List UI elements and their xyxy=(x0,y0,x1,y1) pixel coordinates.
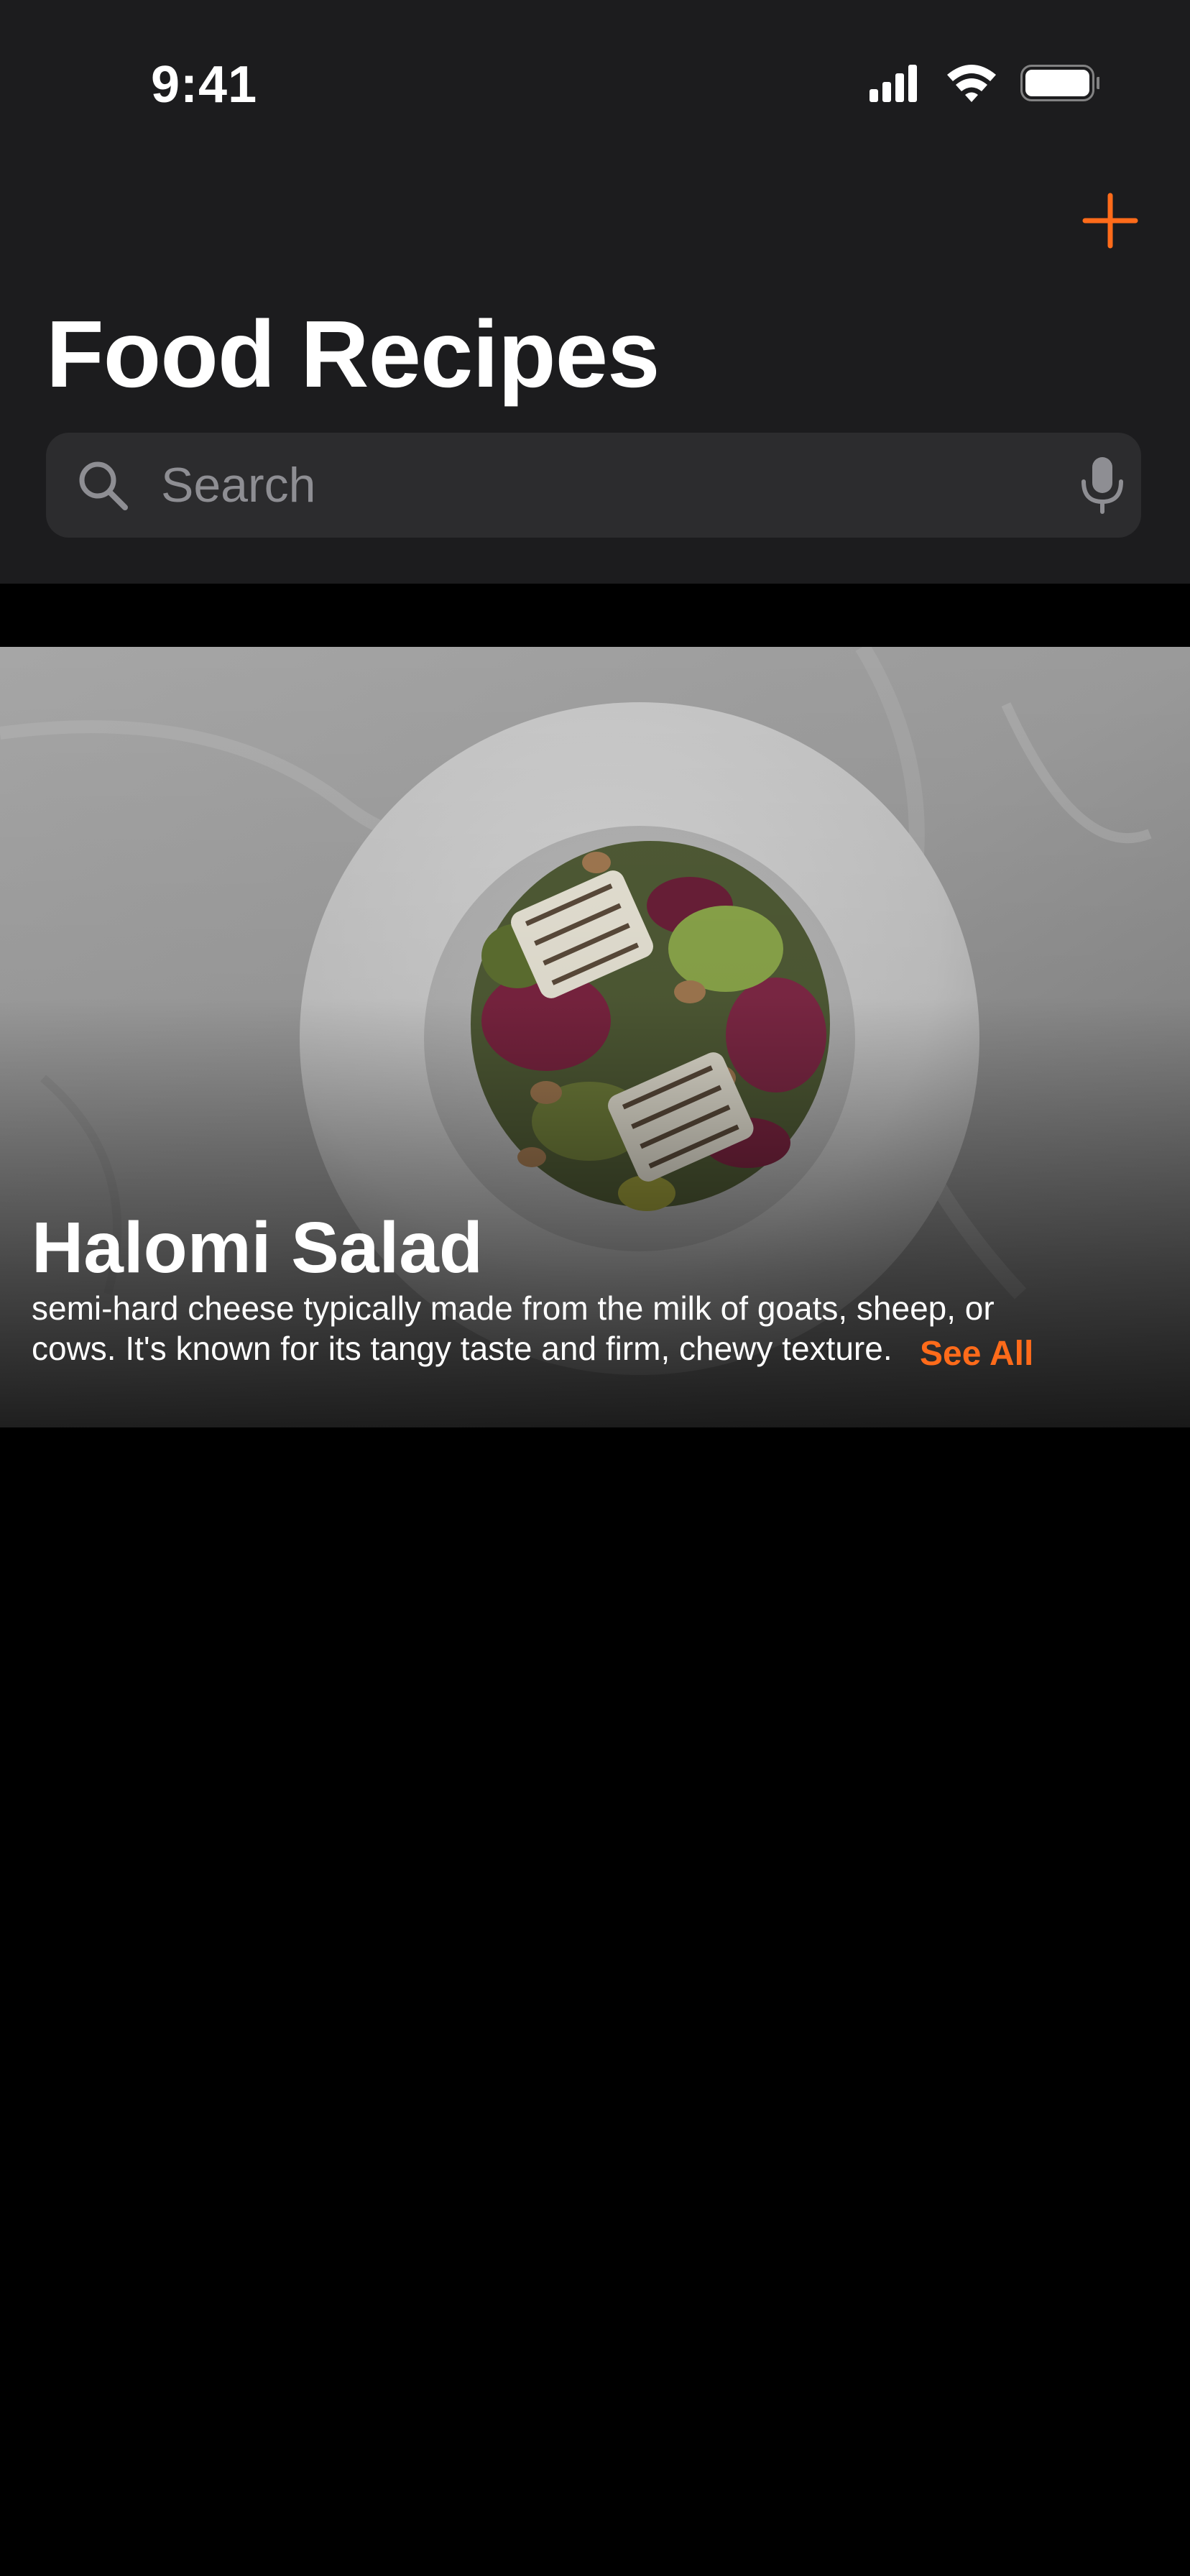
featured-recipe-card[interactable]: Halomi Salad semi-hard cheese typically … xyxy=(0,647,1190,1427)
header: 9:41 Food Recipes xyxy=(0,0,1190,584)
battery-icon xyxy=(1020,65,1099,101)
page-title: Food Recipes xyxy=(46,301,660,407)
add-recipe-button[interactable] xyxy=(1078,188,1143,253)
plus-icon xyxy=(1082,193,1138,249)
recipe-description-line: cows. It's known for its tangy taste and… xyxy=(32,1330,892,1367)
cellular-signal-icon xyxy=(870,65,917,102)
recipe-description-line: semi-hard cheese typically made from the… xyxy=(32,1289,995,1327)
recipe-description: semi-hard cheese typically made from the… xyxy=(32,1288,1052,1368)
status-time: 9:41 xyxy=(151,56,258,114)
search-input[interactable] xyxy=(161,433,1023,538)
search-icon xyxy=(79,461,128,510)
status-bar: 9:41 xyxy=(0,0,1190,158)
wifi-icon xyxy=(947,65,996,102)
search-bar[interactable] xyxy=(46,433,1141,538)
see-all-link[interactable]: See All xyxy=(920,1334,1033,1374)
recipe-title: Halomi Salad xyxy=(32,1208,483,1288)
status-icons xyxy=(870,65,1099,102)
microphone-icon[interactable] xyxy=(1074,454,1131,516)
